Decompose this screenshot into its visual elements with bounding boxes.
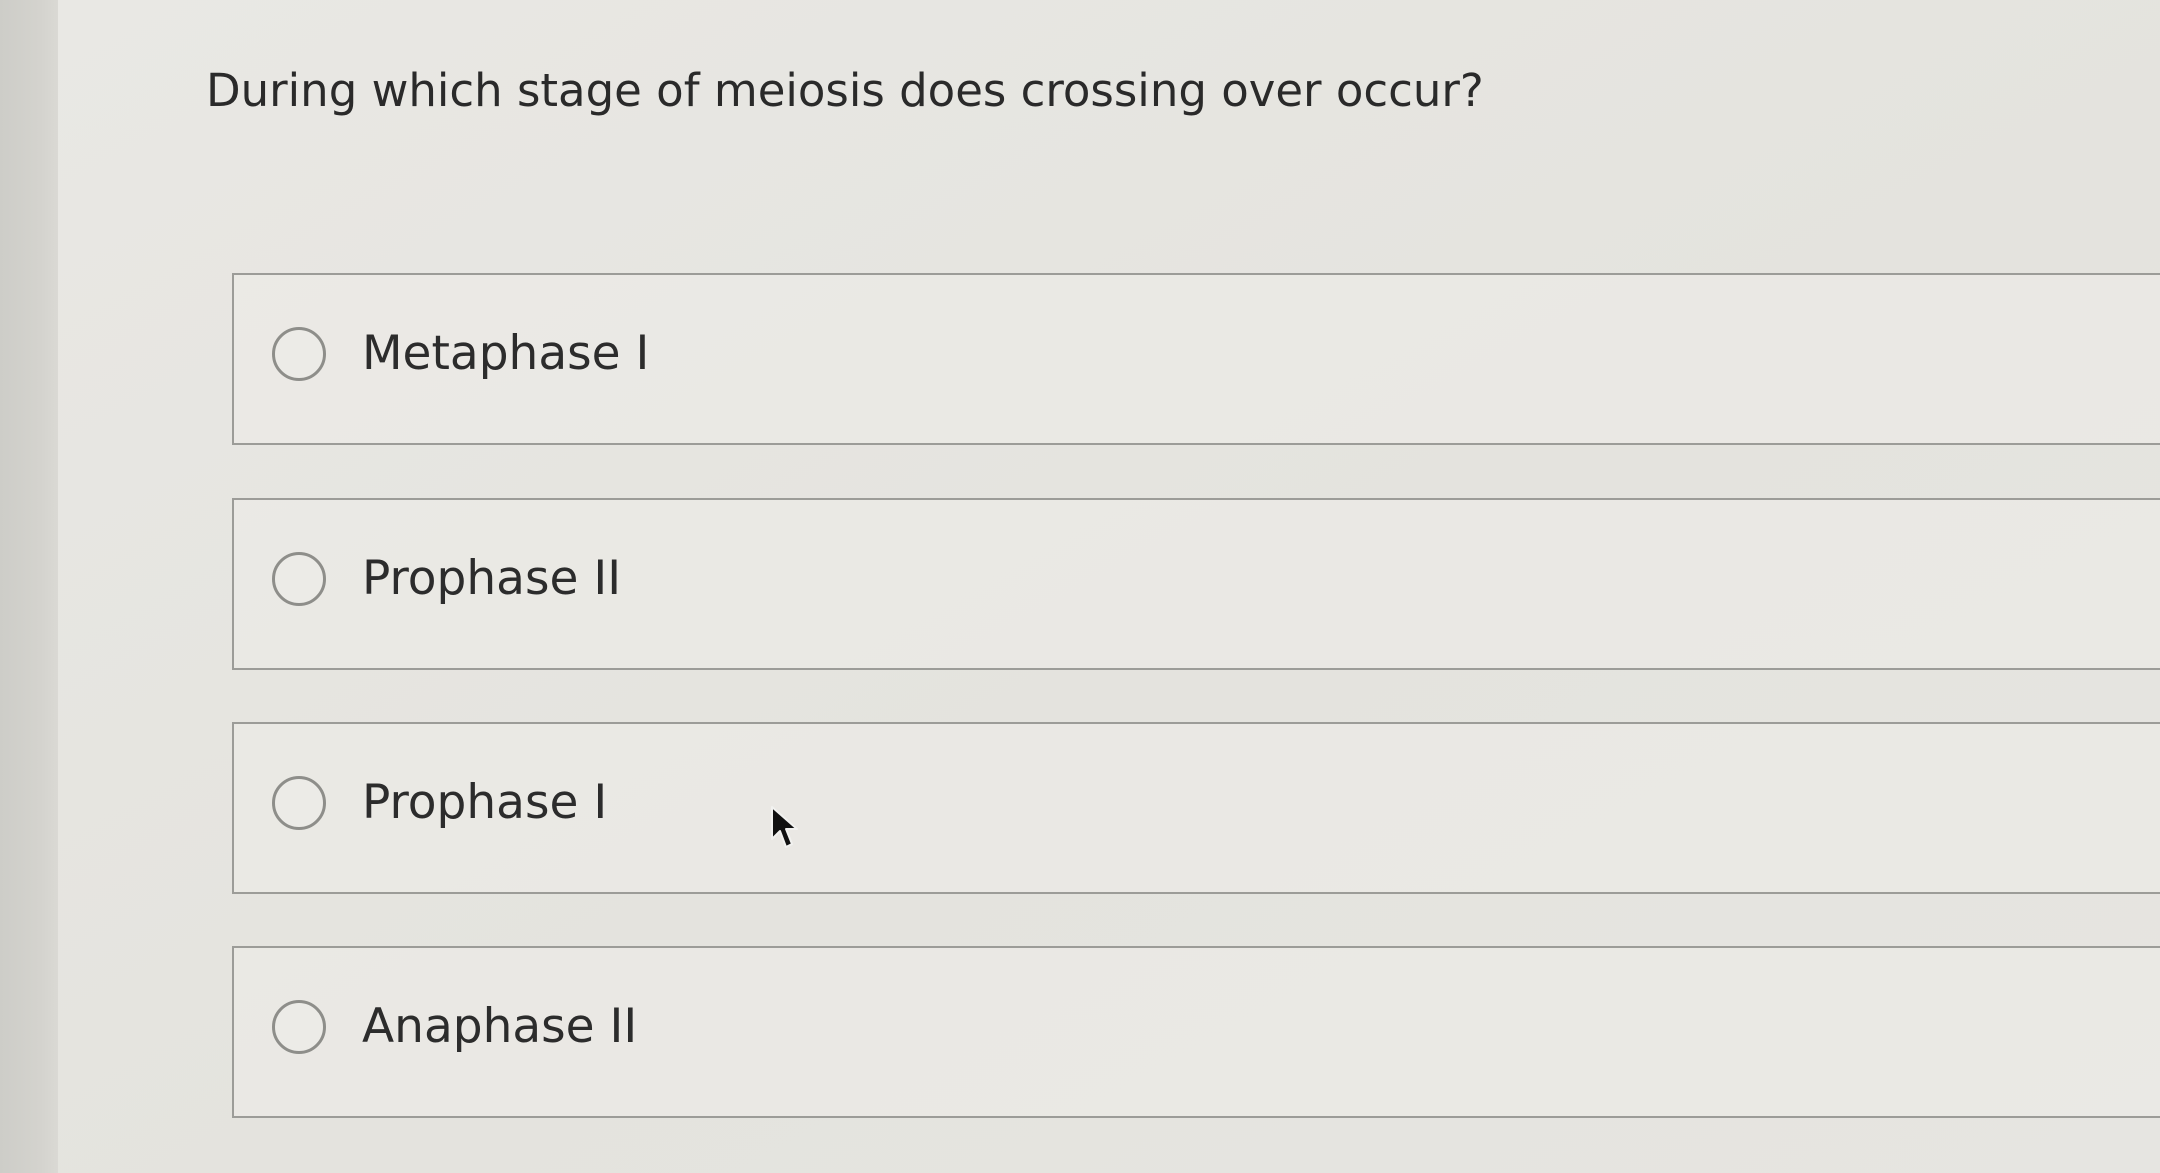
answer-option-label: Anaphase II <box>362 999 638 1054</box>
answer-option-label: Prophase II <box>362 551 622 606</box>
answer-option-label: Metaphase I <box>362 326 650 381</box>
radio-unselected-icon[interactable] <box>272 327 326 381</box>
answer-option-label: Prophase I <box>362 775 608 830</box>
mouse-pointer-icon <box>771 806 798 848</box>
question-text: During which stage of meiosis does cross… <box>206 64 1484 117</box>
answer-option-metaphase-i[interactable]: Metaphase I <box>232 273 2160 445</box>
answer-option-prophase-ii[interactable]: Prophase II <box>232 498 2160 670</box>
radio-unselected-icon[interactable] <box>272 552 326 606</box>
answer-option-prophase-i[interactable]: Prophase I <box>232 722 2160 894</box>
left-margin-strip <box>0 0 58 1173</box>
radio-unselected-icon[interactable] <box>272 1000 326 1054</box>
radio-unselected-icon[interactable] <box>272 776 326 830</box>
answer-option-anaphase-ii[interactable]: Anaphase II <box>232 946 2160 1118</box>
